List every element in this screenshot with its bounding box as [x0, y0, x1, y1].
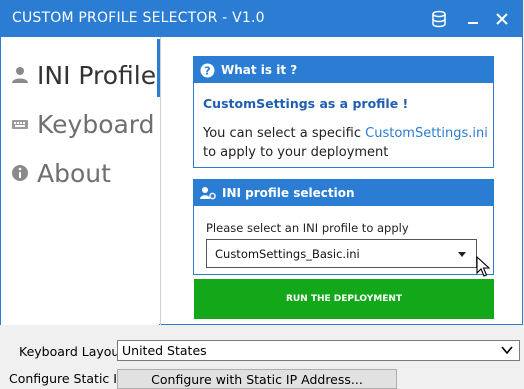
sidebar-divider	[160, 37, 161, 325]
info-card-subtitle: CustomSettings as a profile !	[203, 96, 409, 111]
info-card-text: You can select a specific CustomSettings…	[203, 124, 493, 162]
keyboard-layout-select[interactable]: United States	[117, 340, 520, 361]
sidebar: INI Profile Keyboard About	[1, 37, 159, 325]
user-icon	[11, 66, 29, 84]
sidebar-item-keyboard[interactable]: Keyboard	[11, 107, 155, 141]
run-deployment-button[interactable]: RUN THE DEPLOYMENT	[194, 279, 494, 319]
configure-static-ip-button[interactable]: Configure with Static IP Address...	[117, 369, 397, 389]
caret-down-icon	[458, 252, 466, 257]
info-text-before: You can select a specific	[203, 126, 366, 141]
keyboard-layout-label: Keyboard Layout	[19, 344, 125, 359]
sidebar-item-label: INI Profile	[37, 60, 157, 90]
main-window: CUSTOM PROFILE SELECTOR - V1.0 INI Profi…	[0, 0, 523, 325]
ini-profile-selected-value: CustomSettings_Basic.ini	[215, 247, 360, 261]
close-icon[interactable]	[494, 11, 510, 27]
user-settings-icon	[200, 186, 216, 200]
selection-card-title: INI profile selection	[222, 186, 355, 200]
cylinder-icon[interactable]	[431, 10, 447, 28]
sidebar-item-label: Keyboard	[37, 109, 155, 139]
ini-profile-label: Please select an INI profile to apply	[206, 221, 409, 235]
info-card-header: ? What is it ?	[194, 57, 493, 83]
customsettings-link[interactable]: CustomSettings.ini	[365, 126, 488, 141]
chevron-down-icon	[501, 344, 513, 359]
sidebar-item-label: About	[37, 158, 111, 188]
info-icon	[11, 164, 29, 182]
title-bar[interactable]: CUSTOM PROFILE SELECTOR - V1.0	[1, 1, 522, 37]
minimize-icon[interactable]	[466, 11, 480, 27]
selection-card-header: INI profile selection	[194, 180, 493, 206]
ini-profile-select[interactable]: CustomSettings_Basic.ini	[206, 239, 477, 268]
window-title: CUSTOM PROFILE SELECTOR - V1.0	[12, 10, 265, 26]
info-card-title: What is it ?	[221, 63, 298, 77]
mouse-cursor-icon	[476, 255, 491, 282]
info-card: ? What is it ? CustomSettings as a profi…	[193, 56, 494, 168]
keyboard-layout-value: United States	[122, 343, 207, 358]
selection-card: INI profile selection Please select an I…	[193, 179, 494, 275]
svg-text:?: ?	[204, 64, 210, 77]
question-icon: ?	[200, 63, 215, 78]
info-text-after: to apply to your deployment	[203, 145, 389, 160]
sidebar-item-ini-profile[interactable]: INI Profile	[11, 58, 156, 92]
keyboard-icon	[11, 115, 29, 133]
sidebar-item-about[interactable]: About	[11, 156, 111, 190]
